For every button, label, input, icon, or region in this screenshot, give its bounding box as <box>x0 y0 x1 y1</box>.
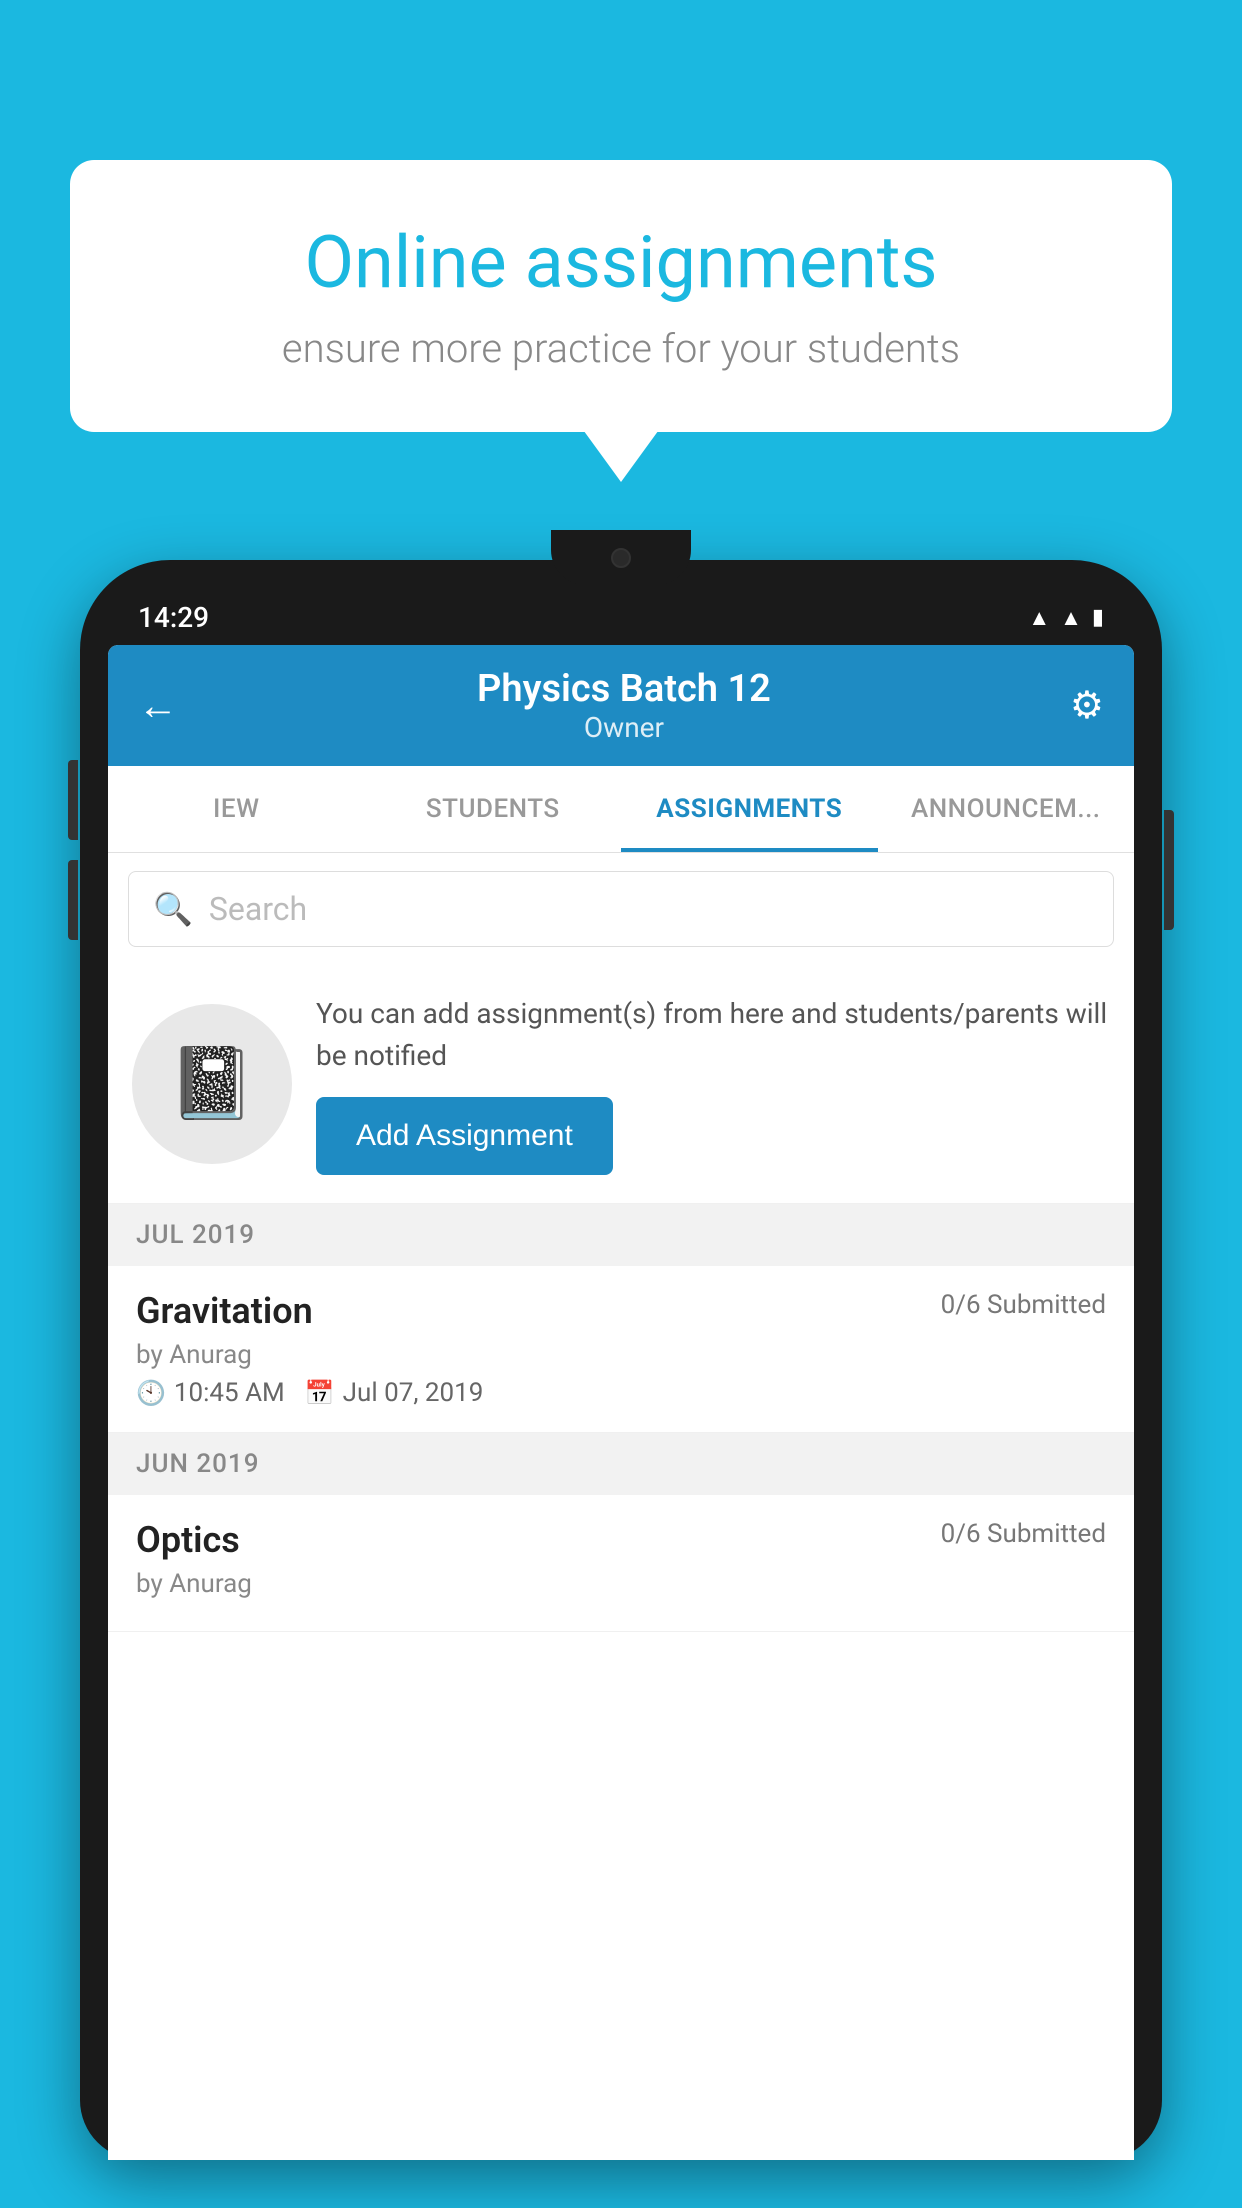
assignment-author: by Anurag <box>136 1340 1106 1370</box>
status-icons: ▲ ▲ ▮ <box>1028 605 1104 631</box>
notebook-circle: 📓 <box>132 1004 292 1164</box>
assignment-name-optics: Optics <box>136 1519 240 1561</box>
bubble-title: Online assignments <box>140 220 1102 305</box>
search-input[interactable]: Search <box>209 890 307 928</box>
date-part: 📅 Jul 07, 2019 <box>305 1378 484 1408</box>
phone-notch <box>551 530 691 585</box>
signal-icon: ▲ <box>1060 605 1082 631</box>
bubble-subtitle: ensure more practice for your students <box>140 325 1102 372</box>
search-bar[interactable]: 🔍 Search <box>128 871 1114 947</box>
speech-bubble-container: Online assignments ensure more practice … <box>70 160 1172 432</box>
phone-screen: ← Physics Batch 12 Owner ⚙ IEW STUDENTS … <box>108 645 1134 2160</box>
tab-assignments[interactable]: ASSIGNMENTS <box>621 766 878 852</box>
camera-dot <box>611 548 631 568</box>
phone-wrapper: 14:29 ▲ ▲ ▮ ← Physics Batch 12 Owner ⚙ <box>80 560 1162 2208</box>
search-bar-wrapper: 🔍 Search <box>108 853 1134 965</box>
tab-iew[interactable]: IEW <box>108 766 365 852</box>
assignment-top-optics: Optics 0/6 Submitted <box>136 1519 1106 1561</box>
assignment-time: 10:45 AM <box>174 1378 285 1408</box>
month-header-jul: JUL 2019 <box>108 1204 1134 1266</box>
power-button <box>1164 810 1174 930</box>
submitted-count-optics: 0/6 Submitted <box>941 1519 1106 1549</box>
header-subtitle: Owner <box>477 711 771 744</box>
battery-icon: ▮ <box>1092 605 1104 630</box>
info-card: 📓 You can add assignment(s) from here an… <box>108 965 1134 1204</box>
month-header-jun: JUN 2019 <box>108 1433 1134 1495</box>
wifi-icon: ▲ <box>1028 605 1050 631</box>
status-time: 14:29 <box>138 601 209 634</box>
tabs-bar: IEW STUDENTS ASSIGNMENTS ANNOUNCEM... <box>108 766 1134 853</box>
settings-button[interactable]: ⚙ <box>1070 683 1104 728</box>
tab-students[interactable]: STUDENTS <box>365 766 622 852</box>
assignment-top: Gravitation 0/6 Submitted <box>136 1290 1106 1332</box>
time-part: 🕙 10:45 AM <box>136 1378 285 1408</box>
page-title: Physics Batch 12 <box>477 667 771 711</box>
assignment-datetime: 🕙 10:45 AM 📅 Jul 07, 2019 <box>136 1378 1106 1408</box>
header-center: Physics Batch 12 Owner <box>477 667 771 744</box>
tab-announcements[interactable]: ANNOUNCEM... <box>878 766 1135 852</box>
speech-bubble: Online assignments ensure more practice … <box>70 160 1172 432</box>
app-header: ← Physics Batch 12 Owner ⚙ <box>108 645 1134 766</box>
info-text: You can add assignment(s) from here and … <box>316 993 1110 1077</box>
assignment-author-optics: by Anurag <box>136 1569 1106 1599</box>
add-assignment-button[interactable]: Add Assignment <box>316 1097 613 1175</box>
clock-icon: 🕙 <box>136 1379 166 1407</box>
search-icon: 🔍 <box>153 890 193 928</box>
assignment-item-gravitation[interactable]: Gravitation 0/6 Submitted by Anurag 🕙 10… <box>108 1266 1134 1433</box>
back-button[interactable]: ← <box>138 682 178 729</box>
volume-down-button <box>68 860 78 940</box>
submitted-count: 0/6 Submitted <box>941 1290 1106 1320</box>
assignment-name: Gravitation <box>136 1290 313 1332</box>
phone-outer: 14:29 ▲ ▲ ▮ ← Physics Batch 12 Owner ⚙ <box>80 560 1162 2160</box>
volume-up-button <box>68 760 78 840</box>
notebook-icon: 📓 <box>168 1043 255 1125</box>
info-right: You can add assignment(s) from here and … <box>316 993 1110 1175</box>
assignment-date: Jul 07, 2019 <box>343 1378 484 1408</box>
status-bar: 14:29 ▲ ▲ ▮ <box>108 590 1134 645</box>
assignment-item-optics[interactable]: Optics 0/6 Submitted by Anurag <box>108 1495 1134 1632</box>
calendar-icon: 📅 <box>305 1379 335 1407</box>
